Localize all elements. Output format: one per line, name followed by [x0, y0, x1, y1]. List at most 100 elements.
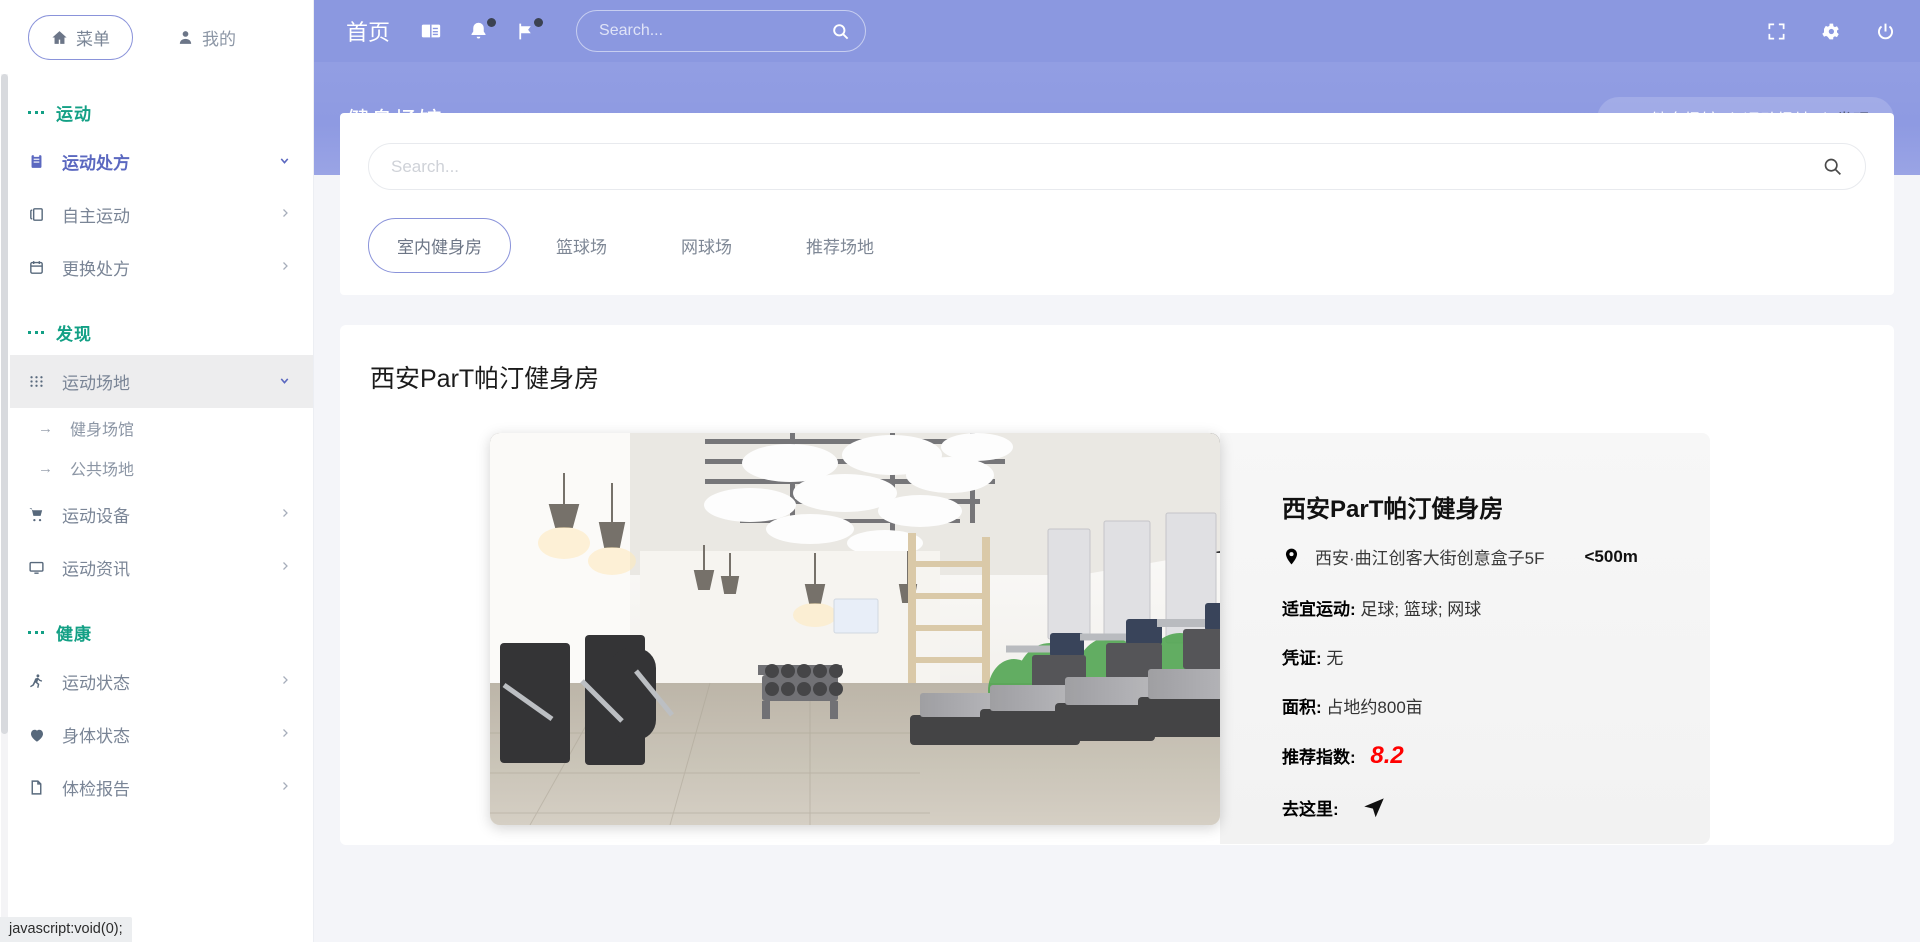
sidebar-item-label: 运动资讯	[62, 560, 130, 579]
sidebar-tab-menu[interactable]: 菜单	[28, 14, 133, 60]
sidebar-item-label: 运动场地	[62, 374, 130, 393]
sidebar-item-label: 运动处方	[62, 154, 130, 173]
chevron-right-icon	[279, 260, 291, 275]
chevron-right-icon	[279, 780, 291, 795]
map-pin-icon	[1282, 547, 1301, 566]
clipboard-icon	[28, 153, 58, 170]
running-icon	[28, 673, 58, 690]
venue-name: 西安ParT帕汀健身房	[1282, 496, 1504, 523]
bell-icon[interactable]	[468, 17, 497, 42]
sidebar-section-discover-label: 发现	[56, 325, 92, 344]
tab-tennis-court[interactable]: 网球场	[652, 218, 761, 273]
field-value: 足球; 篮球; 网球	[1360, 600, 1482, 619]
copy-icon	[28, 206, 58, 223]
calendar-icon	[28, 259, 58, 276]
sidebar-item-body-status[interactable]: 身体状态	[10, 708, 313, 761]
sidebar-item-sports-equipment[interactable]: 运动设备	[10, 488, 313, 541]
venue-type-tabs: 室内健身房 篮球场 网球场 推荐场地	[368, 218, 1866, 273]
chevron-right-icon	[279, 727, 291, 742]
sidebar-item-label: 更换处方	[62, 260, 130, 279]
fullscreen-icon[interactable]	[1767, 22, 1786, 41]
sidebar-section-discover: 发现	[10, 294, 313, 355]
sidebar-tab-menu-label: 菜单	[76, 29, 110, 49]
rating-value: 8.2	[1370, 742, 1404, 769]
sidebar-item-label: 身体状态	[62, 727, 130, 746]
venue-search-input[interactable]	[391, 156, 1822, 177]
sidebar-section-health: 健康	[10, 594, 313, 655]
sidebar-item-exercise-status[interactable]: 运动状态	[10, 655, 313, 708]
navbar-search-button[interactable]	[823, 14, 858, 48]
sidebar: 菜单 我的 运动 运动处方 自主运动 更换处方 发现 运动场地 → 健身场馆 →…	[0, 0, 314, 942]
sidebar-scrollbar-thumb[interactable]	[1, 74, 8, 734]
navbar-right-actions	[1767, 21, 1896, 42]
venue-rating-row: 推荐指数: 8.2	[1282, 742, 1710, 770]
field-value: 占地约800亩	[1326, 698, 1423, 717]
venue-search[interactable]	[368, 143, 1866, 190]
bell-badge-dot	[487, 17, 497, 27]
indoor-gym-photo[interactable]	[490, 433, 1220, 825]
home-icon	[51, 29, 68, 46]
sidebar-item-medical-report[interactable]: 体检报告	[10, 761, 313, 814]
sidebar-tab-mine[interactable]: 我的	[155, 16, 258, 59]
filter-card: 室内健身房 篮球场 网球场 推荐场地	[340, 113, 1894, 295]
venue-address-row: 西安·曲江创客大街创意盒子5F <500m	[1282, 544, 1710, 569]
navbar-search[interactable]	[576, 10, 867, 52]
monitor-icon	[28, 559, 58, 576]
power-icon[interactable]	[1875, 21, 1896, 42]
gear-icon[interactable]	[1820, 21, 1841, 42]
chevron-down-icon	[278, 374, 291, 390]
sidebar-item-sports-news[interactable]: 运动资讯	[10, 541, 313, 594]
section-dash-icon	[28, 111, 44, 114]
field-value: 无	[1326, 649, 1344, 668]
sidebar-item-change-prescription[interactable]: 更换处方	[10, 241, 313, 294]
grid-icon	[28, 373, 58, 390]
user-icon	[177, 29, 194, 46]
book-icon[interactable]	[420, 20, 442, 42]
venue-section-title: 西安ParT帕汀健身房	[370, 365, 600, 393]
navigation-cursor-icon[interactable]	[1361, 794, 1387, 820]
field-label: 凭证:	[1282, 649, 1322, 668]
chevron-right-icon	[279, 560, 291, 575]
sidebar-subitem-fitness-venue[interactable]: → 健身场馆	[10, 408, 313, 448]
venue-field-suitable-sports: 适宜运动: 足球; 篮球; 网球	[1282, 595, 1710, 620]
arrow-right-icon: →	[38, 419, 53, 437]
app-root: 菜单 我的 运动 运动处方 自主运动 更换处方 发现 运动场地 → 健身场馆 →…	[0, 0, 1920, 942]
flag-icon[interactable]	[515, 17, 544, 42]
sidebar-subitem-label: 健身场馆	[70, 422, 135, 439]
venue-goto-row: 去这里:	[1282, 794, 1710, 820]
sidebar-item-sports-venues[interactable]: 运动场地	[10, 355, 313, 408]
sidebar-subitem-label: 公共场地	[70, 462, 135, 479]
venue-search-button[interactable]	[1822, 156, 1843, 177]
venue-address: 西安·曲江创客大街创意盒子5F	[1315, 549, 1545, 568]
sidebar-scroll-area: 运动 运动处方 自主运动 更换处方 发现 运动场地 → 健身场馆 → 公共场地 …	[0, 74, 313, 942]
sidebar-section-sports-label: 运动	[56, 105, 92, 124]
heart-icon	[28, 726, 58, 744]
venue-body: 西安ParT帕汀健身房 西安·曲江创客大街创意盒子5F <500m 适宜运动: …	[370, 433, 1864, 844]
sidebar-item-self-exercise[interactable]: 自主运动	[10, 188, 313, 241]
arrow-right-icon: →	[38, 459, 53, 477]
sidebar-tab-mine-label: 我的	[202, 29, 236, 49]
navbar-search-input[interactable]	[599, 22, 824, 40]
section-dash-icon	[28, 331, 44, 334]
venue-field-credential: 凭证: 无	[1282, 644, 1710, 669]
chevron-right-icon	[279, 207, 291, 222]
venue-distance: <500m	[1584, 546, 1638, 566]
venue-field-area: 面积: 占地约800亩	[1282, 693, 1710, 718]
chevron-right-icon	[279, 674, 291, 689]
venue-card: 西安ParT帕汀健身房 西安ParT帕汀健身房 西安·曲江创客大街创意盒子5F …	[340, 325, 1894, 845]
sidebar-item-label: 自主运动	[62, 207, 130, 226]
field-label: 面积:	[1282, 698, 1322, 717]
sidebar-item-label: 体检报告	[62, 780, 130, 799]
nav-home-link[interactable]: 首页	[346, 15, 390, 47]
content-wrapper: 室内健身房 篮球场 网球场 推荐场地 西安ParT帕汀健身房	[314, 113, 1920, 845]
sidebar-item-exercise-prescription[interactable]: 运动处方	[10, 135, 313, 188]
tab-basketball-court[interactable]: 篮球场	[527, 218, 636, 273]
tab-recommended-venues[interactable]: 推荐场地	[777, 218, 903, 273]
sidebar-item-label: 运动设备	[62, 507, 130, 526]
top-navbar: 首页	[314, 0, 1920, 62]
chevron-right-icon	[279, 507, 291, 522]
tab-indoor-gym[interactable]: 室内健身房	[368, 218, 511, 273]
sidebar-subitem-public-venue[interactable]: → 公共场地	[10, 448, 313, 488]
sidebar-section-sports: 运动	[10, 74, 313, 135]
main-area: 首页 Search... Search... 室内健身房 篮球场 网球场 推荐场…	[314, 0, 1920, 942]
